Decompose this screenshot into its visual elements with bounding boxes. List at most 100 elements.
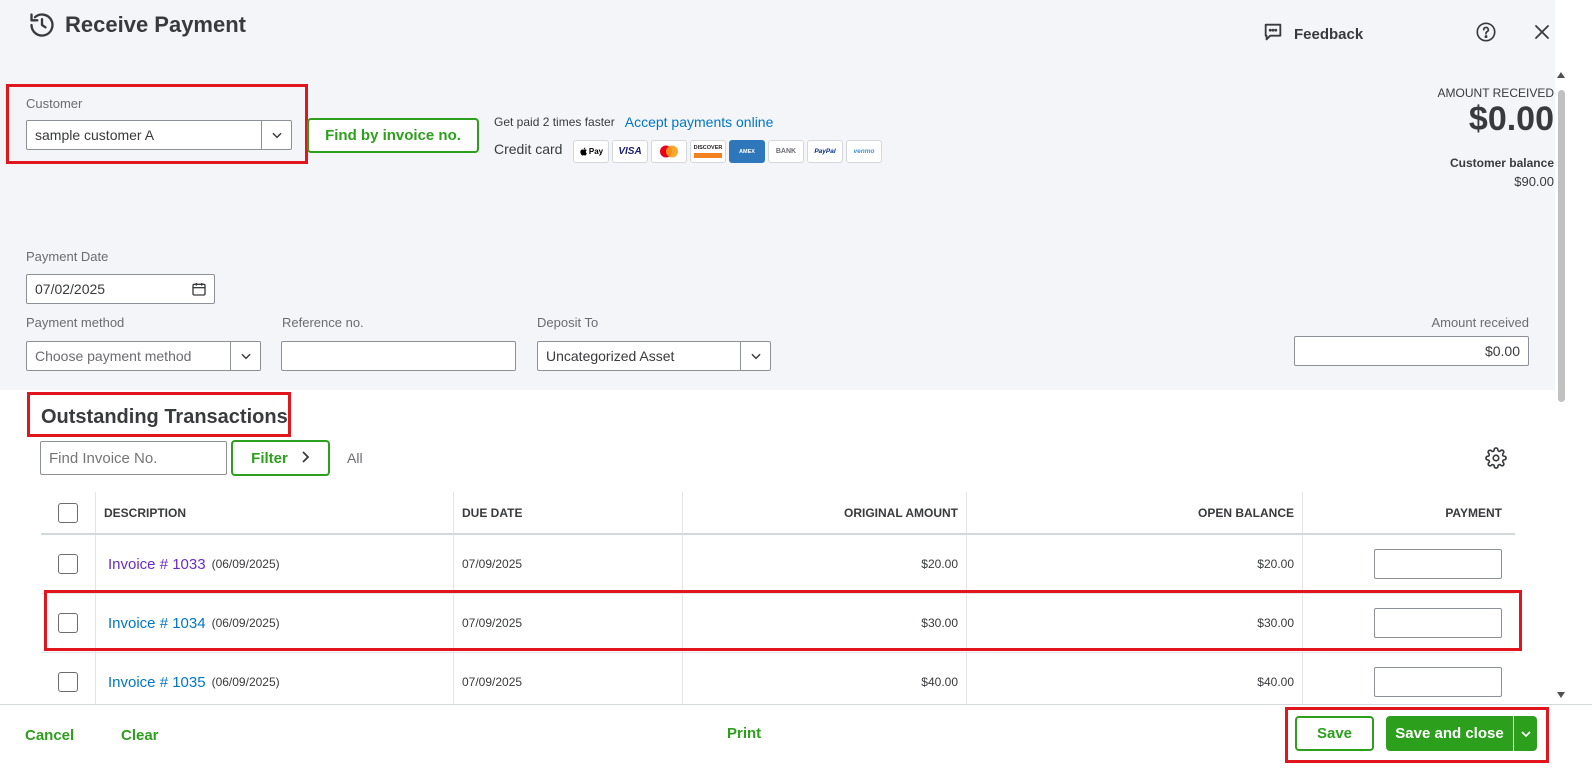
title-bar: Receive Payment <box>27 8 246 42</box>
page-title: Receive Payment <box>65 12 246 37</box>
scrollbar[interactable] <box>1555 70 1567 704</box>
row-select-cell <box>41 535 96 593</box>
payment-method-placeholder: Choose payment method <box>35 348 192 364</box>
row-checkbox[interactable] <box>58 554 78 574</box>
invoice-link[interactable]: Invoice # 1033 <box>108 556 206 573</box>
feedback-button[interactable]: Feedback <box>1262 20 1363 48</box>
accept-payments-link[interactable]: Accept payments online <box>625 114 774 130</box>
save-options-dropdown[interactable] <box>1513 716 1537 751</box>
feedback-icon <box>1262 21 1284 47</box>
payment-date-value: 07/02/2025 <box>35 281 106 297</box>
amount-received-input[interactable]: $0.00 <box>1294 336 1529 366</box>
invoice-link[interactable]: Invoice # 1035 <box>108 674 206 691</box>
clear-button[interactable]: Clear <box>121 727 159 744</box>
open-balance-cell: $40.00 <box>967 653 1303 711</box>
due-date-cell: 07/09/2025 <box>454 535 683 593</box>
amount-received-field-label: Amount received <box>1431 315 1529 330</box>
outstanding-transactions-table: DESCRIPTION DUE DATE ORIGINAL AMOUNT OPE… <box>41 492 1515 712</box>
bank-icon: BANK <box>768 140 804 163</box>
help-icon <box>1475 21 1497 48</box>
outstanding-transactions-title: Outstanding Transactions <box>41 406 288 428</box>
due-date-cell: 07/09/2025 <box>454 594 683 652</box>
customer-select[interactable]: sample customer A <box>26 120 292 150</box>
online-payments-promo: Get paid 2 times faster Accept payments … <box>494 114 773 130</box>
venmo-icon: venmo <box>846 140 882 163</box>
amex-icon: AMEX <box>729 140 765 163</box>
customer-label: Customer <box>26 96 83 111</box>
payment-input[interactable] <box>1374 667 1502 697</box>
select-all-cell <box>41 492 96 533</box>
amount-received-value: $0.00 <box>1468 100 1554 138</box>
deposit-to-value: Uncategorized Asset <box>546 348 675 364</box>
payment-cell <box>1303 594 1515 652</box>
history-icon[interactable] <box>27 10 57 40</box>
invoice-date: (06/09/2025) <box>211 675 280 689</box>
table-settings-button[interactable] <box>1484 446 1508 474</box>
save-and-close-button[interactable]: Save and close <box>1386 716 1513 751</box>
chevron-down-icon[interactable] <box>740 342 770 370</box>
column-due-date[interactable]: DUE DATE <box>454 492 683 533</box>
payment-date-field[interactable]: 07/02/2025 <box>26 274 215 304</box>
discover-icon: DISCOVER <box>690 140 726 163</box>
invoice-date: (06/09/2025) <box>211 616 280 630</box>
open-balance-cell: $30.00 <box>967 594 1303 652</box>
open-balance-cell: $20.00 <box>967 535 1303 593</box>
cancel-button[interactable]: Cancel <box>25 727 74 744</box>
payment-cell <box>1303 535 1515 593</box>
table-row: Invoice # 1033 (06/09/2025) 07/09/2025 $… <box>41 535 1515 594</box>
close-icon <box>1533 23 1551 46</box>
payment-date-label: Payment Date <box>26 249 109 264</box>
save-and-close-group: Save and close <box>1386 716 1537 751</box>
footer-bar: Cancel Clear Print Save Save and close <box>0 704 1592 774</box>
invoice-link[interactable]: Invoice # 1034 <box>108 615 206 632</box>
original-amount-cell: $20.00 <box>683 535 967 593</box>
payment-method-label: Payment method <box>26 315 125 330</box>
feedback-label: Feedback <box>1294 25 1364 43</box>
table-row: Invoice # 1034 (06/09/2025) 07/09/2025 $… <box>41 594 1515 653</box>
deposit-to-select[interactable]: Uncategorized Asset <box>537 341 771 371</box>
description-cell: Invoice # 1034 (06/09/2025) <box>96 594 454 652</box>
customer-value: sample customer A <box>35 127 155 143</box>
calendar-icon[interactable] <box>184 281 214 297</box>
gear-icon <box>1485 446 1507 474</box>
mastercard-icon <box>651 140 687 163</box>
invoice-date: (06/09/2025) <box>211 557 280 571</box>
save-button[interactable]: Save <box>1295 716 1374 751</box>
filter-all-label: All <box>347 450 363 466</box>
amount-received-input-value: $0.00 <box>1484 343 1520 359</box>
apple-pay-icon: Pay <box>573 140 609 163</box>
scrollbar-thumb[interactable] <box>1558 90 1565 402</box>
filter-button[interactable]: Filter <box>231 440 330 476</box>
original-amount-cell: $40.00 <box>683 653 967 711</box>
column-description[interactable]: DESCRIPTION <box>96 492 454 533</box>
card-logos: Pay VISA DISCOVER AMEX BANK PayPal venmo <box>573 140 882 163</box>
column-open-balance[interactable]: OPEN BALANCE <box>967 492 1303 533</box>
form-header-panel <box>0 0 1555 390</box>
credit-card-label: Credit card <box>494 141 563 157</box>
description-cell: Invoice # 1035 (06/09/2025) <box>96 653 454 711</box>
customer-balance-value: $90.00 <box>1514 174 1554 189</box>
print-button[interactable]: Print <box>727 725 761 742</box>
chevron-down-icon[interactable] <box>261 121 291 149</box>
chevron-down-icon <box>1520 725 1531 742</box>
chevron-down-icon[interactable] <box>230 342 260 370</box>
filter-label: Filter <box>251 449 288 467</box>
chevron-right-icon <box>300 450 310 467</box>
customer-balance-label: Customer balance <box>1449 156 1554 170</box>
visa-icon: VISA <box>612 140 648 163</box>
table-header: DESCRIPTION DUE DATE ORIGINAL AMOUNT OPE… <box>41 492 1515 535</box>
reference-input[interactable] <box>281 341 516 371</box>
payment-method-select[interactable]: Choose payment method <box>26 341 261 371</box>
select-all-checkbox[interactable] <box>58 502 78 523</box>
find-by-invoice-button[interactable]: Find by invoice no. <box>307 118 479 153</box>
help-button[interactable] <box>1474 21 1498 48</box>
column-original-amount[interactable]: ORIGINAL AMOUNT <box>683 492 967 533</box>
column-payment[interactable]: PAYMENT <box>1303 492 1515 533</box>
row-checkbox[interactable] <box>58 672 78 692</box>
payment-input[interactable] <box>1374 608 1502 638</box>
find-invoice-input[interactable] <box>40 441 227 475</box>
close-button[interactable] <box>1530 22 1554 46</box>
row-checkbox[interactable] <box>58 613 78 633</box>
card-discover-label: DISCOVER <box>693 145 723 151</box>
payment-input[interactable] <box>1374 549 1502 579</box>
